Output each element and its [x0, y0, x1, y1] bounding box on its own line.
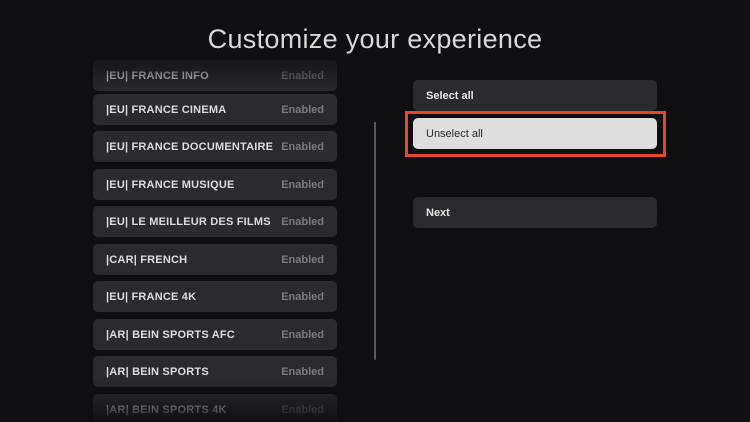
- channel-status: Enabled: [281, 253, 324, 266]
- channel-name: |EU| FRANCE INFO: [106, 69, 209, 82]
- channel-name: |EU| FRANCE 4K: [106, 290, 197, 303]
- customize-screen: Customize your experience |EU| FRANCE IN…: [0, 0, 750, 422]
- select-all-button[interactable]: Select all: [413, 80, 657, 111]
- channel-name: |AR| BEIN SPORTS AFC: [106, 328, 235, 341]
- channel-status: Enabled: [281, 328, 324, 341]
- channel-status: Enabled: [281, 365, 324, 378]
- channel-status: Enabled: [281, 290, 324, 303]
- next-button[interactable]: Next: [413, 197, 657, 228]
- channel-item[interactable]: |EU| FRANCE INFO Enabled: [93, 60, 337, 91]
- channel-status: Enabled: [281, 178, 324, 191]
- channel-item[interactable]: |EU| FRANCE DOCUMENTAIRE Enabled: [93, 131, 337, 162]
- page-title: Customize your experience: [207, 24, 543, 54]
- channel-status: Enabled: [281, 103, 324, 116]
- channel-item[interactable]: |AR| BEIN SPORTS 4K Enabled: [93, 394, 337, 422]
- list-scrollbar[interactable]: [374, 122, 376, 360]
- channel-item[interactable]: |AR| BEIN SPORTS Enabled: [93, 356, 337, 387]
- channel-status: Enabled: [281, 69, 324, 82]
- channel-name: |EU| FRANCE DOCUMENTAIRE: [106, 140, 274, 153]
- channel-name: |EU| FRANCE CINEMA: [106, 103, 227, 116]
- channel-name: |AR| BEIN SPORTS: [106, 365, 209, 378]
- channel-status: Enabled: [281, 215, 324, 228]
- channel-item[interactable]: |EU| FRANCE 4K Enabled: [93, 281, 337, 312]
- channel-name: |CAR| FRENCH: [106, 253, 188, 266]
- channel-status: Enabled: [281, 140, 324, 153]
- channel-name: |EU| FRANCE MUSIQUE: [106, 178, 235, 191]
- channel-item[interactable]: |AR| BEIN SPORTS AFC Enabled: [93, 319, 337, 350]
- channel-item[interactable]: |EU| LE MEILLEUR DES FILMS Enabled: [93, 206, 337, 237]
- channel-item[interactable]: |EU| FRANCE MUSIQUE Enabled: [93, 169, 337, 200]
- channel-name: |AR| BEIN SPORTS 4K: [106, 403, 227, 416]
- channel-name: |EU| LE MEILLEUR DES FILMS: [106, 215, 271, 228]
- channel-list[interactable]: |EU| FRANCE INFO Enabled |EU| FRANCE CIN…: [93, 56, 337, 422]
- channel-item[interactable]: |CAR| FRENCH Enabled: [93, 244, 337, 275]
- channel-item[interactable]: |EU| FRANCE CINEMA Enabled: [93, 94, 337, 125]
- unselect-all-button[interactable]: Unselect all: [413, 118, 657, 149]
- channel-status: Enabled: [281, 403, 324, 416]
